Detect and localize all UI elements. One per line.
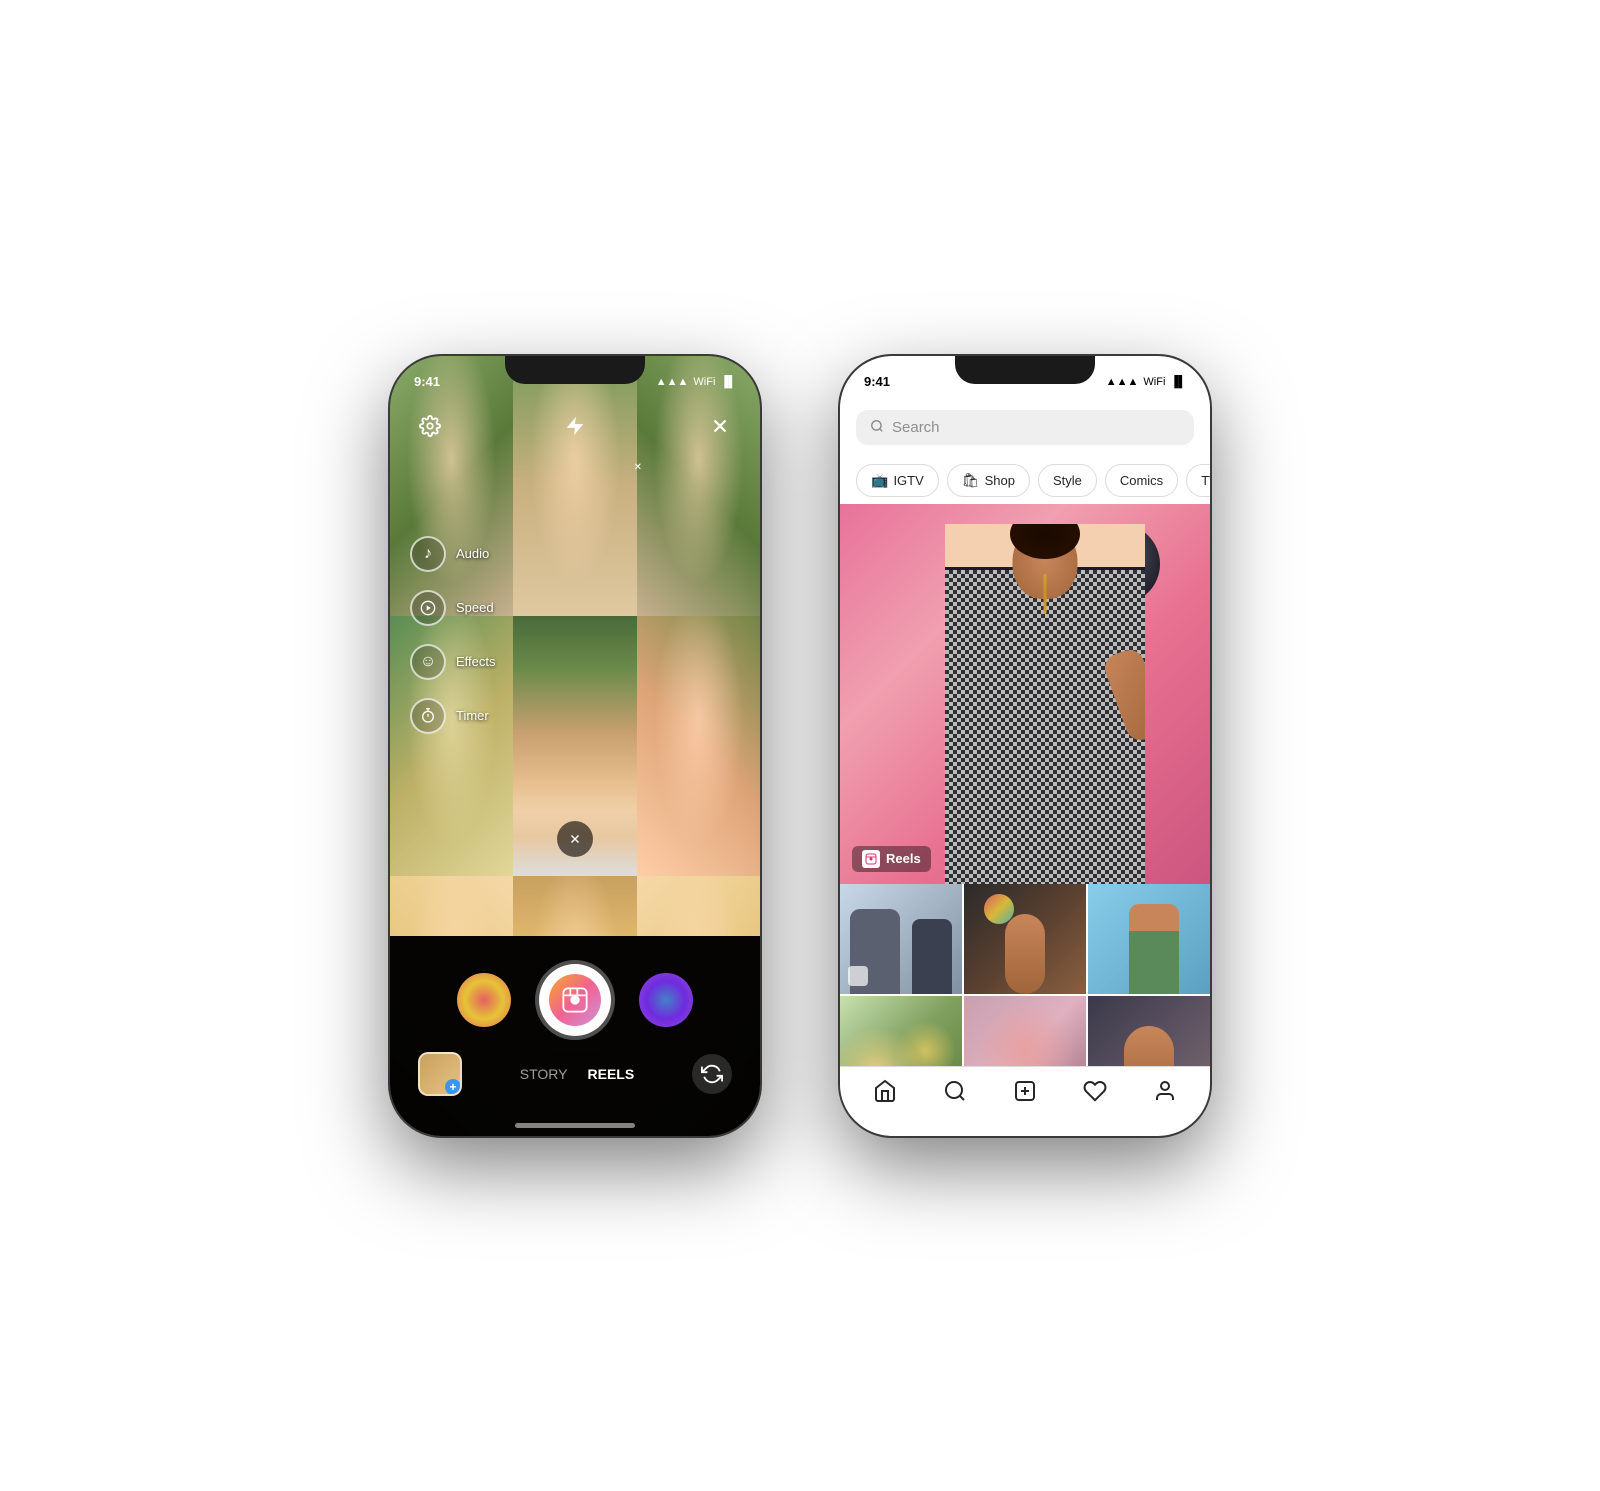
filter-bubble-cool[interactable] [639, 973, 693, 1027]
phone-camera: 9:41 ▲▲▲ WiFi ▐▌ [390, 356, 760, 1136]
side-controls: ♪ Audio Speed ☺ Effects [410, 536, 496, 734]
main-content-image: Reels [840, 504, 1210, 884]
phone-explore: 9:41 ▲▲▲ WiFi ▐▌ Search [840, 356, 1210, 1136]
cat-style[interactable]: Style [1038, 464, 1097, 497]
mode-selector: STORY REELS [520, 1066, 634, 1082]
close-button[interactable] [704, 410, 736, 442]
cat-igtv[interactable]: 📺 IGTV [856, 464, 939, 497]
speed-label: Speed [456, 600, 494, 615]
home-nav-button[interactable] [870, 1076, 900, 1106]
thumb-2[interactable] [964, 884, 1086, 994]
thumb-3[interactable] [1088, 884, 1210, 994]
battery-icon-2: ▐▌ [1170, 376, 1186, 388]
status-bar-camera: 9:41 ▲▲▲ WiFi ▐▌ [390, 356, 760, 400]
reels-record-icon [549, 974, 601, 1026]
create-nav-button[interactable] [1010, 1076, 1040, 1106]
effects-label: Effects [456, 654, 496, 669]
record-button[interactable] [539, 964, 611, 1036]
audio-label: Audio [456, 546, 489, 561]
thumb-icon-1 [848, 966, 868, 986]
sparkle [984, 894, 1014, 924]
reels-badge: Reels [852, 846, 931, 872]
explore-content: 9:41 ▲▲▲ WiFi ▐▌ Search [840, 356, 1210, 1136]
timer-icon [410, 698, 446, 734]
cat-comics-label: Comics [1120, 473, 1163, 488]
cat-tv-label: TV & Movie [1201, 473, 1210, 488]
wifi-icon: WiFi [693, 376, 715, 388]
cat-tv-movies[interactable]: TV & Movie [1186, 464, 1210, 497]
status-time-camera: 9:41 [414, 374, 440, 389]
flip-camera-button[interactable] [692, 1054, 732, 1094]
category-row: 📺 IGTV 🛍 Shop Style Comics TV & Movie [840, 464, 1210, 497]
home-indicator-2 [965, 1123, 1085, 1128]
necklace [1044, 574, 1047, 614]
signal-icon-2: ▲▲▲ [1106, 376, 1139, 388]
home-indicator-1 [515, 1123, 635, 1128]
reels-badge-text: Reels [886, 851, 921, 866]
battery-icon: ▐▌ [720, 376, 736, 388]
igtv-icon: 📺 [871, 472, 888, 489]
shop-icon: 🛍 [962, 472, 980, 489]
timer-label: Timer [456, 708, 489, 723]
status-icons-explore: ▲▲▲ WiFi ▐▌ [1106, 376, 1186, 388]
camera-bottom: STORY REELS [390, 936, 760, 1136]
effects-control[interactable]: ☺ Effects [410, 644, 496, 680]
search-area: Search [840, 400, 1210, 453]
story-mode[interactable]: STORY [520, 1066, 568, 1082]
speed-icon [410, 590, 446, 626]
jacket-pattern [945, 570, 1145, 883]
thumb-fig-2 [912, 919, 952, 994]
flash-button[interactable]: ✕ [559, 410, 591, 442]
speed-control[interactable]: Speed [410, 590, 496, 626]
status-bar-explore: 9:41 ▲▲▲ WiFi ▐▌ [840, 356, 1210, 400]
camera-top-controls: ✕ [390, 410, 760, 442]
gallery-thumbnail[interactable] [418, 1052, 462, 1096]
cat-style-label: Style [1053, 473, 1082, 488]
signal-icon: ▲▲▲ [656, 376, 689, 388]
camera-screen: 9:41 ▲▲▲ WiFi ▐▌ [390, 356, 760, 1136]
filter-bubble-warm[interactable] [457, 973, 511, 1027]
audio-icon: ♪ [410, 536, 446, 572]
wifi-icon-2: WiFi [1143, 376, 1165, 388]
audio-control[interactable]: ♪ Audio [410, 536, 496, 572]
likes-nav-button[interactable] [1080, 1076, 1110, 1106]
cat-shop[interactable]: 🛍 Shop [947, 464, 1030, 497]
bottom-nav [840, 1066, 1210, 1116]
settings-button[interactable] [414, 410, 446, 442]
cat-shop-label: Shop [985, 473, 1015, 488]
profile-nav-button[interactable] [1150, 1076, 1180, 1106]
person-hat [1129, 904, 1179, 994]
person-figure [945, 524, 1145, 884]
camera-nav: STORY REELS [390, 1036, 760, 1096]
camera-controls: 9:41 ▲▲▲ WiFi ▐▌ [390, 356, 760, 1136]
search-icon [870, 419, 884, 436]
hand [1005, 914, 1045, 994]
status-icons-camera: ▲▲▲ WiFi ▐▌ [656, 376, 736, 388]
reels-mode[interactable]: REELS [588, 1066, 635, 1082]
cat-comics[interactable]: Comics [1105, 464, 1178, 497]
reels-badge-icon [862, 850, 880, 868]
person-body [945, 524, 1145, 884]
timer-control[interactable]: Timer [410, 698, 496, 734]
status-time-explore: 9:41 [864, 374, 890, 389]
explore-screen: 9:41 ▲▲▲ WiFi ▐▌ Search [840, 356, 1210, 1136]
close-center-button[interactable] [557, 821, 593, 857]
search-nav-button[interactable] [940, 1076, 970, 1106]
search-bar[interactable]: Search [856, 410, 1194, 445]
cat-igtv-label: IGTV [893, 473, 923, 488]
record-row [457, 964, 693, 1036]
thumb-1[interactable] [840, 884, 962, 994]
effects-icon: ☺ [410, 644, 446, 680]
record-inner [546, 971, 604, 1029]
search-placeholder-text: Search [892, 419, 940, 436]
